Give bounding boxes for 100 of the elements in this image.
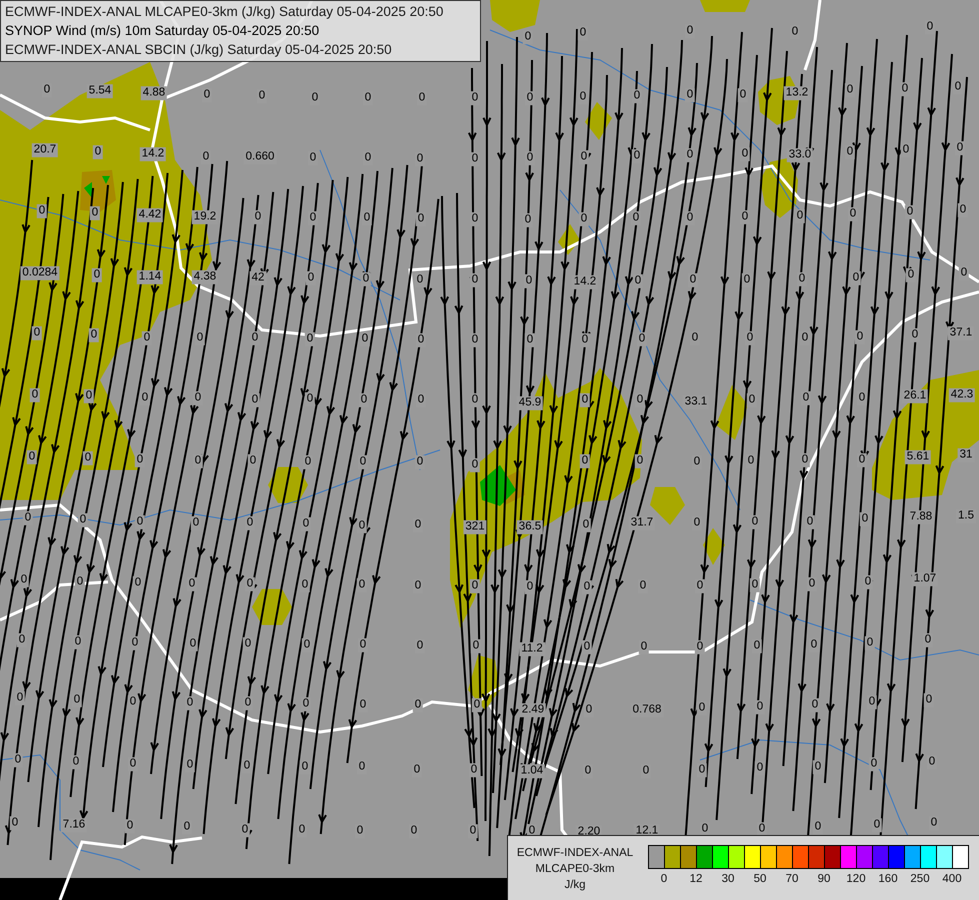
header-line: SYNOP Wind (m/s) 10m Saturday 05-04-2025 20:50 (5, 22, 320, 39)
station-value: 0 (522, 30, 534, 44)
station-value: 0 (580, 454, 590, 468)
station-value: 0 (18, 573, 30, 587)
station-value: 0 (578, 212, 590, 226)
scale-label: 120 (845, 873, 867, 885)
station-value: 0 (244, 516, 256, 530)
station-value: 4.38 (192, 270, 218, 284)
station-value: 0 (582, 640, 592, 654)
station-value: 14.2 (140, 147, 166, 161)
station-value: 0 (582, 580, 592, 594)
station-value: 0 (416, 212, 426, 226)
station-value: 0 (684, 88, 696, 102)
station-value: 0 (750, 578, 760, 592)
station-value: 0 (694, 579, 706, 593)
station-value: 5.54 (86, 84, 114, 98)
station-value: 0 (524, 91, 536, 105)
station-value: 0 (300, 517, 312, 531)
station-value: 0 (22, 511, 34, 525)
station-value: 0 (924, 693, 934, 707)
cape-area (703, 528, 725, 565)
station-value: 0 (362, 211, 372, 225)
station-value: 0 (416, 333, 426, 347)
cape-area (268, 467, 308, 503)
station-value: 45.9 (516, 396, 544, 410)
station-value: 0 (862, 575, 874, 589)
station-value: 0 (800, 453, 810, 467)
station-value: 42 (250, 271, 266, 285)
station-value: 0 (128, 757, 138, 771)
station-value: 0 (844, 145, 856, 159)
station-value: 0 (358, 455, 368, 469)
station-value: 0 (860, 512, 870, 526)
station-value: 0 (470, 152, 480, 166)
station-value: 0 (242, 696, 254, 710)
station-value: 14.2 (572, 275, 598, 289)
station-value: 19.2 (192, 210, 218, 224)
station-value: 0 (470, 91, 480, 105)
station-value: 0 (90, 206, 100, 220)
station-value: 0 (192, 391, 204, 405)
station-value: 0 (470, 579, 480, 593)
station-value: 0 (740, 210, 750, 224)
station-value: 0.0284 (20, 266, 60, 280)
station-value: 0 (252, 210, 264, 224)
station-value: 0 (856, 453, 868, 467)
station-value: 0 (70, 755, 82, 769)
cape-area (760, 158, 798, 218)
station-value: 0 (744, 331, 756, 345)
station-value: 0 (184, 696, 196, 710)
cape-area (480, 465, 516, 506)
station-value: 0 (92, 268, 102, 282)
station-value: 0 (356, 519, 368, 533)
station-value: 0 (412, 698, 424, 712)
station-value: 0 (904, 205, 916, 219)
station-value: 1.07 (912, 572, 938, 586)
station-value: 0 (304, 332, 316, 346)
station-value: 0 (186, 577, 198, 591)
cape-area (468, 655, 500, 710)
station-value: 0 (250, 331, 260, 345)
station-value: 0 (190, 516, 202, 530)
station-value: 0 (302, 455, 314, 469)
station-value: 0 (524, 333, 536, 347)
station-value: 0 (414, 152, 426, 166)
station-value: 0 (300, 578, 310, 592)
station-value: 0 (470, 212, 480, 226)
cape-area (585, 102, 612, 140)
station-value: 0 (866, 695, 878, 709)
station-value: 0 (522, 213, 534, 227)
station-value: 31.7 (628, 516, 656, 530)
station-value: 0 (756, 822, 768, 836)
scale-label: 90 (816, 873, 832, 885)
legend-unit: J/kg (564, 878, 586, 893)
station-value: 0 (10, 816, 20, 830)
legend-title: MLCAPE0-3km (535, 862, 615, 877)
station-value: 321 (463, 520, 487, 534)
station-value: 0 (130, 636, 140, 650)
station-value: 0 (796, 272, 808, 286)
station-value: 0 (910, 328, 920, 342)
station-value: 0 (636, 332, 648, 346)
station-value: 0 (72, 693, 82, 707)
station-value: 0 (900, 82, 910, 96)
station-value: 0 (754, 700, 766, 714)
station-value: 0 (308, 211, 318, 225)
station-value: 0 (632, 89, 642, 103)
station-value: 0 (142, 331, 152, 345)
station-value: 0 (958, 203, 968, 217)
station-value: 0 (696, 701, 708, 715)
station-value: 0 (26, 450, 38, 464)
station-value: 0 (82, 451, 94, 465)
station-value: 0 (696, 763, 708, 777)
scale-label: 250 (909, 873, 931, 885)
station-value: 0 (30, 388, 40, 402)
station-value: 0 (804, 515, 816, 529)
station-value: 36.5 (516, 520, 544, 534)
station-value: 0 (856, 391, 868, 405)
station-value: 0 (630, 211, 642, 225)
station-value: 2.49 (520, 703, 546, 717)
station-value: 20.7 (32, 143, 58, 157)
station-value: 0 (958, 266, 970, 280)
station-value: 0 (580, 393, 590, 407)
station-value: 0 (306, 271, 316, 285)
